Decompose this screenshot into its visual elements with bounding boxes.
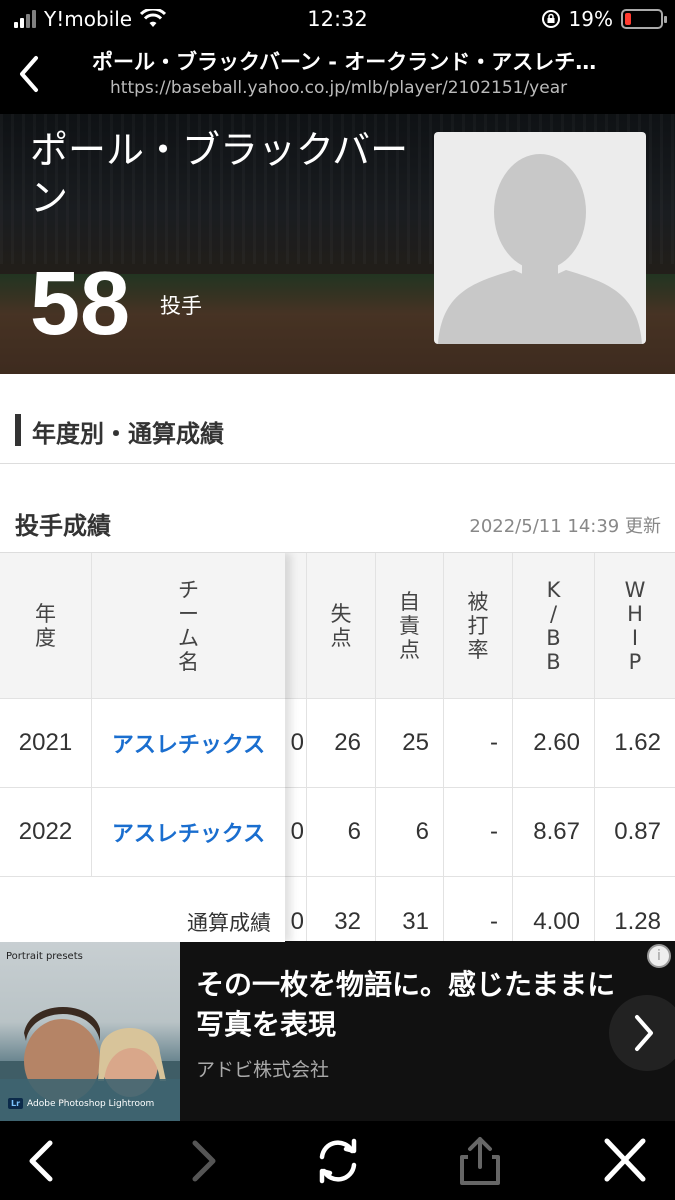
- forward-button[interactable]: [175, 1135, 231, 1187]
- header-k-bb: K / B B: [513, 553, 595, 699]
- header-year: 年度: [0, 553, 92, 699]
- forward-icon: [192, 1140, 216, 1182]
- table-cell: 25: [376, 699, 444, 788]
- table-cell: 4.00: [513, 877, 595, 942]
- table-cell: 6: [376, 788, 444, 877]
- nav-back-button[interactable]: [14, 52, 44, 96]
- orientation-lock-icon: [541, 10, 560, 28]
- battery-percent: 19%: [568, 7, 613, 31]
- player-position: 投手: [160, 294, 202, 318]
- team-link[interactable]: アスレチックス: [112, 727, 265, 759]
- pitching-stats-table[interactable]: 0 0 0 失点 26 6 32 自責点 25 6 31 被打率 - - - K…: [0, 552, 675, 942]
- ad-next-button[interactable]: [609, 995, 675, 1071]
- table-cell: 32: [307, 877, 376, 942]
- total-label: 通算成績: [187, 910, 271, 935]
- avatar: [434, 132, 646, 344]
- table-cell: 31: [376, 877, 444, 942]
- header-runs: 失点: [307, 553, 376, 699]
- back-button[interactable]: [14, 1135, 70, 1187]
- header-opp-avg: 被打率: [444, 553, 513, 699]
- header-whip: WHIP: [595, 553, 675, 699]
- table-cell: 8.67: [513, 788, 595, 877]
- status-bar: Y!mobile 12:32 19%: [0, 0, 675, 38]
- back-icon: [29, 1140, 53, 1182]
- table-cell: -: [444, 788, 513, 877]
- ad-photo[interactable]: Portrait presets Lr Adobe Photoshop Ligh…: [0, 941, 180, 1121]
- share-button[interactable]: [452, 1135, 508, 1187]
- pitching-title: 投手成績: [15, 512, 111, 540]
- chevron-left-icon: [20, 56, 38, 92]
- ad-advertiser: アドビ株式会社: [196, 1059, 330, 1081]
- ad-headline[interactable]: その一枚を物語に。感じたままに写真を表現: [196, 965, 626, 1045]
- chevron-right-icon: [635, 1015, 653, 1051]
- person-silhouette-icon: [438, 154, 642, 344]
- player-number: 58: [30, 254, 131, 354]
- browser-nav-bar: ポール・ブラックバーン - オークランド・アスレチ… https://baseb…: [0, 38, 675, 114]
- table-cell: -: [444, 877, 513, 942]
- lightroom-icon: Lr: [8, 1098, 24, 1109]
- ad-info-icon[interactable]: i: [647, 944, 671, 968]
- portrait-photo-image: [0, 1006, 180, 1121]
- close-icon: [604, 1138, 646, 1182]
- fixed-columns: 年度 チーム名 2021 アスレチックス 2022 アスレチックス 通算成績: [0, 553, 285, 942]
- page-title: ポール・ブラックバーン - オークランド・アスレチ…: [92, 50, 597, 74]
- player-name: ポール・ブラックバーン: [30, 128, 409, 220]
- status-right: 19%: [541, 7, 667, 31]
- close-button[interactable]: [597, 1135, 653, 1187]
- reload-button[interactable]: [310, 1135, 366, 1187]
- browser-toolbar: [0, 1121, 675, 1200]
- header-team: チーム名: [92, 553, 285, 699]
- year-cell: 2021: [0, 699, 92, 788]
- updated-timestamp: 2022/5/11 14:39 更新: [469, 516, 661, 537]
- share-icon: [460, 1137, 500, 1185]
- table-cell: 0.87: [595, 788, 675, 877]
- battery-icon: [621, 9, 667, 29]
- pitching-heading: 投手成績 2022/5/11 14:39 更新: [0, 490, 675, 550]
- player-hero: ポール・ブラックバーン 58 投手: [0, 114, 675, 374]
- table-cell: 1.62: [595, 699, 675, 788]
- ad-banner[interactable]: Portrait presets Lr Adobe Photoshop Ligh…: [0, 941, 675, 1121]
- team-cell: アスレチックス: [92, 788, 285, 877]
- ad-photo-brand: Lr Adobe Photoshop Lightroom: [8, 1098, 154, 1109]
- year-cell: 2022: [0, 788, 92, 877]
- team-link[interactable]: アスレチックス: [112, 816, 265, 848]
- team-cell: アスレチックス: [92, 699, 285, 788]
- table-cell: 26: [307, 699, 376, 788]
- page-url: https://baseball.yahoo.co.jp/mlb/player/…: [110, 78, 568, 98]
- section-heading: 年度別・通算成績: [0, 390, 675, 464]
- section-title: 年度別・通算成績: [32, 420, 224, 448]
- header-earned-runs: 自責点: [376, 553, 444, 699]
- table-cell: 6: [307, 788, 376, 877]
- reload-icon: [319, 1138, 357, 1184]
- table-cell: -: [444, 699, 513, 788]
- battery-fill: [625, 13, 631, 25]
- table-cell: 2.60: [513, 699, 595, 788]
- ad-photo-label: Portrait presets: [6, 951, 83, 962]
- table-cell: 1.28: [614, 907, 661, 935]
